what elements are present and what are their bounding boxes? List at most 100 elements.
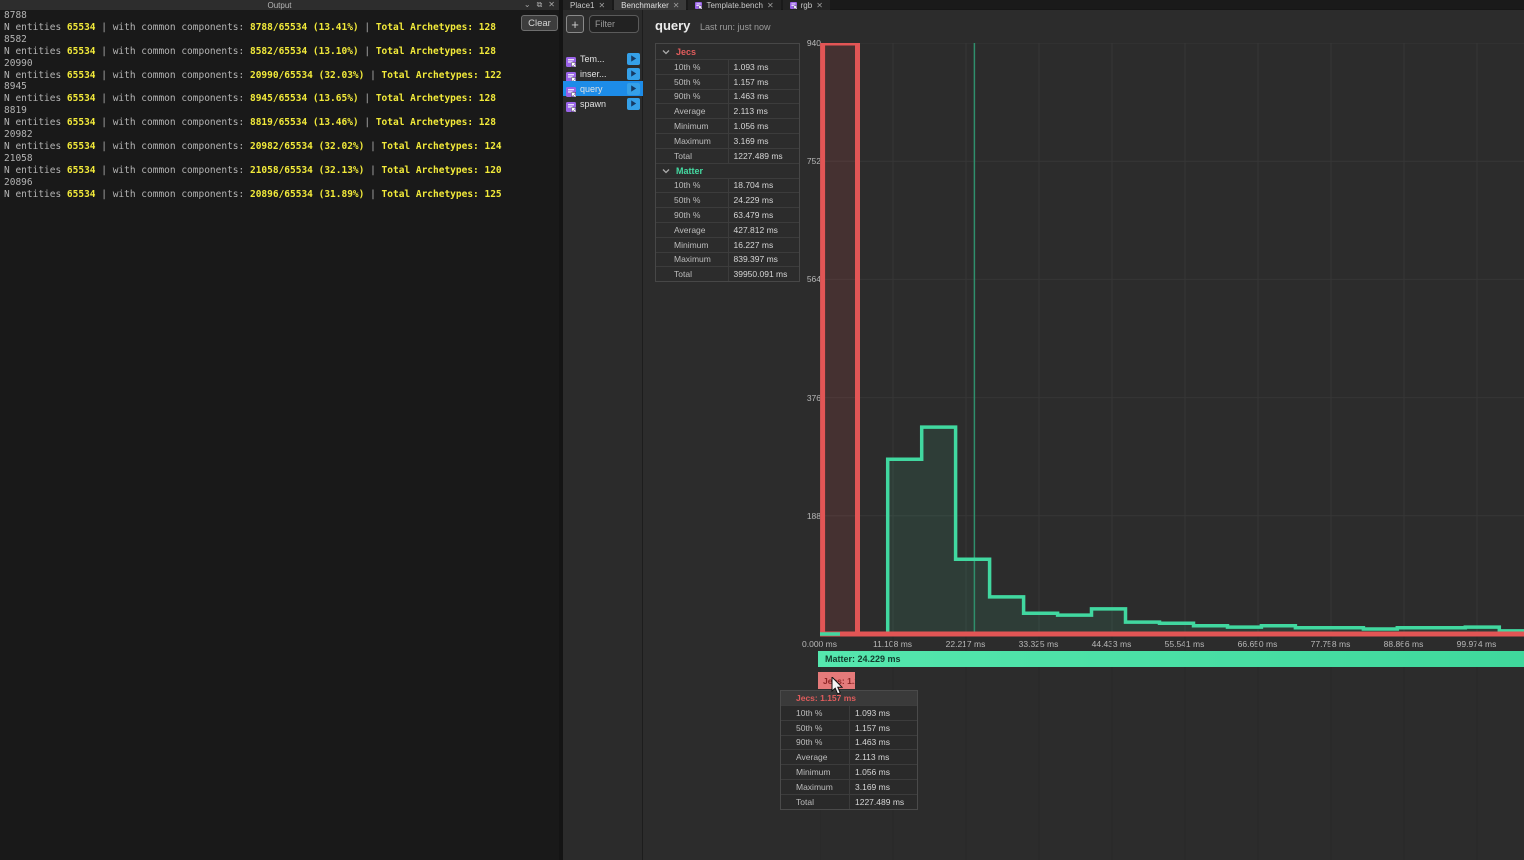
console-line: N entities 65534 | with common component… xyxy=(4,189,555,201)
stat-row: 50th %1.157 ms xyxy=(781,720,917,735)
console-line: N entities 65534 | with common component… xyxy=(4,22,555,34)
console-line: N entities 65534 | with common component… xyxy=(4,141,555,153)
console-line: N entities 65534 | with common component… xyxy=(4,165,555,177)
stat-row: 50th %1.157 ms xyxy=(656,74,799,89)
play-icon xyxy=(630,85,637,92)
script-icon xyxy=(695,2,702,9)
tab-label: Place1 xyxy=(570,1,594,10)
stat-row: 90th %1.463 ms xyxy=(656,89,799,104)
add-benchmark-button[interactable]: + xyxy=(566,15,584,33)
output-console[interactable]: 8788N entities 65534 | with common compo… xyxy=(4,10,555,860)
stat-row: Average427.812 ms xyxy=(656,222,799,237)
console-line-id: 8788 xyxy=(4,10,555,22)
console-line-id: 8582 xyxy=(4,34,555,46)
chevron-down-icon[interactable]: ⌄ xyxy=(524,0,531,10)
chevron-down-icon[interactable] xyxy=(662,168,670,174)
stat-row: Average2.113 ms xyxy=(781,749,917,764)
stat-row: Total39950.091 ms xyxy=(656,266,799,281)
close-icon[interactable]: ✕ xyxy=(548,0,555,10)
script-icon xyxy=(566,72,576,82)
benchmark-item-label: Tem... xyxy=(580,54,605,64)
stat-row: Maximum839.397 ms xyxy=(656,252,799,267)
filter-input[interactable] xyxy=(589,15,639,33)
tab-rgb[interactable]: rgb✕ xyxy=(783,0,830,10)
matter-duration-bar[interactable]: Matter: 24.229 ms xyxy=(818,651,1524,667)
y-tick-label: 752 xyxy=(789,156,821,166)
benchmark-item-label: query xyxy=(580,84,603,94)
stat-row: 10th %1.093 ms xyxy=(656,59,799,74)
benchmark-last-run: Last run: just now xyxy=(700,22,771,32)
stat-row: 50th %24.229 ms xyxy=(656,192,799,207)
console-line-id: 20896 xyxy=(4,177,555,189)
play-icon xyxy=(630,100,637,107)
y-tick-label: 564 xyxy=(789,274,821,284)
popout-icon[interactable]: ⧉ xyxy=(537,0,543,10)
script-icon xyxy=(790,2,797,9)
output-titlebar: Output ⌄ ⧉ ✕ xyxy=(0,0,559,10)
benchmark-item-spawn[interactable]: spawn xyxy=(563,96,643,111)
run-benchmark-button[interactable] xyxy=(627,68,640,80)
stat-row: Minimum16.227 ms xyxy=(656,237,799,252)
stat-row: Minimum1.056 ms xyxy=(656,118,799,133)
console-line: N entities 65534 | with common component… xyxy=(4,46,555,58)
console-line: N entities 65534 | with common component… xyxy=(4,117,555,129)
stats-table: Jecs10th %1.093 ms50th %1.157 ms90th %1.… xyxy=(655,43,800,282)
y-tick-label: 188 xyxy=(789,511,821,521)
console-line: N entities 65534 | with common component… xyxy=(4,93,555,105)
stat-row: 90th %63.479 ms xyxy=(656,207,799,222)
benchmark-item-label: spawn xyxy=(580,99,606,109)
output-panel: Output ⌄ ⧉ ✕ 8788N entities 65534 | with… xyxy=(0,0,559,860)
tab-close-icon[interactable]: ✕ xyxy=(598,1,605,10)
stat-row: Total1227.489 ms xyxy=(656,148,799,163)
chevron-down-icon[interactable] xyxy=(662,49,670,55)
benchmark-result-panel: query Last run: just now Jecs10th %1.093… xyxy=(643,10,1524,860)
benchmark-list: Tem... inser... query spawn xyxy=(563,51,643,111)
tab-place1[interactable]: Place1 ✕ xyxy=(563,0,612,10)
stats-section-header-matter[interactable]: Matter xyxy=(656,163,799,178)
stat-row: 10th %18.704 ms xyxy=(656,178,799,193)
tab-bar: Place1 ✕ Benchmarker ✕ Template.bench ✕ rgb✕ xyxy=(563,0,1524,10)
clear-button[interactable]: Clear xyxy=(521,15,558,31)
tab-close-icon[interactable]: ✕ xyxy=(767,1,774,10)
jecs-tooltip: Jecs: 1.157 ms 10th %1.093 ms50th %1.157… xyxy=(780,690,918,810)
stat-row: Minimum1.056 ms xyxy=(781,764,917,779)
tab-close-icon[interactable]: ✕ xyxy=(673,1,680,10)
stats-section-header-jecs[interactable]: Jecs xyxy=(656,44,799,59)
console-line-id: 8945 xyxy=(4,81,555,93)
histogram-plot[interactable] xyxy=(820,43,1524,860)
stat-row: 90th %1.463 ms xyxy=(781,735,917,750)
stat-row: Maximum3.169 ms xyxy=(781,779,917,794)
console-line: N entities 65534 | with common component… xyxy=(4,70,555,82)
run-benchmark-button[interactable] xyxy=(627,98,640,110)
benchmark-list-panel: + Tem... inser... query spawn xyxy=(563,10,643,860)
stat-row: Total1227.489 ms xyxy=(781,794,917,809)
tab-close-icon[interactable]: ✕ xyxy=(816,1,823,10)
y-tick-label: 376 xyxy=(789,393,821,403)
play-icon xyxy=(630,55,637,62)
benchmark-item-inser[interactable]: inser... xyxy=(563,66,643,81)
console-line-id: 20990 xyxy=(4,58,555,70)
run-benchmark-button[interactable] xyxy=(627,53,640,65)
benchmark-title: query xyxy=(655,18,690,33)
console-line-id: 21058 xyxy=(4,153,555,165)
output-title: Output xyxy=(267,1,291,10)
script-icon xyxy=(566,87,576,97)
benchmark-item-Tem[interactable]: Tem... xyxy=(563,51,643,66)
script-icon xyxy=(566,102,576,112)
benchmarker-region: Place1 ✕ Benchmarker ✕ Template.bench ✕ rgb✕… xyxy=(563,0,1524,860)
play-icon xyxy=(630,70,637,77)
tab-template-bench[interactable]: Template.bench ✕ xyxy=(688,0,780,10)
mouse-cursor xyxy=(831,677,843,695)
stat-row: Maximum3.169 ms xyxy=(656,133,799,148)
tab-label: Template.bench xyxy=(706,1,762,10)
run-benchmark-button[interactable] xyxy=(627,83,640,95)
script-icon xyxy=(566,57,576,67)
console-line-id: 8819 xyxy=(4,105,555,117)
y-tick-label: 940 xyxy=(789,38,821,48)
benchmark-item-query[interactable]: query xyxy=(563,81,643,96)
tab-label: Benchmarker xyxy=(621,1,669,10)
console-line-id: 20982 xyxy=(4,129,555,141)
stat-row: Average2.113 ms xyxy=(656,103,799,118)
stat-row: 10th %1.093 ms xyxy=(781,705,917,720)
tab-benchmarker[interactable]: Benchmarker ✕ xyxy=(614,0,686,10)
